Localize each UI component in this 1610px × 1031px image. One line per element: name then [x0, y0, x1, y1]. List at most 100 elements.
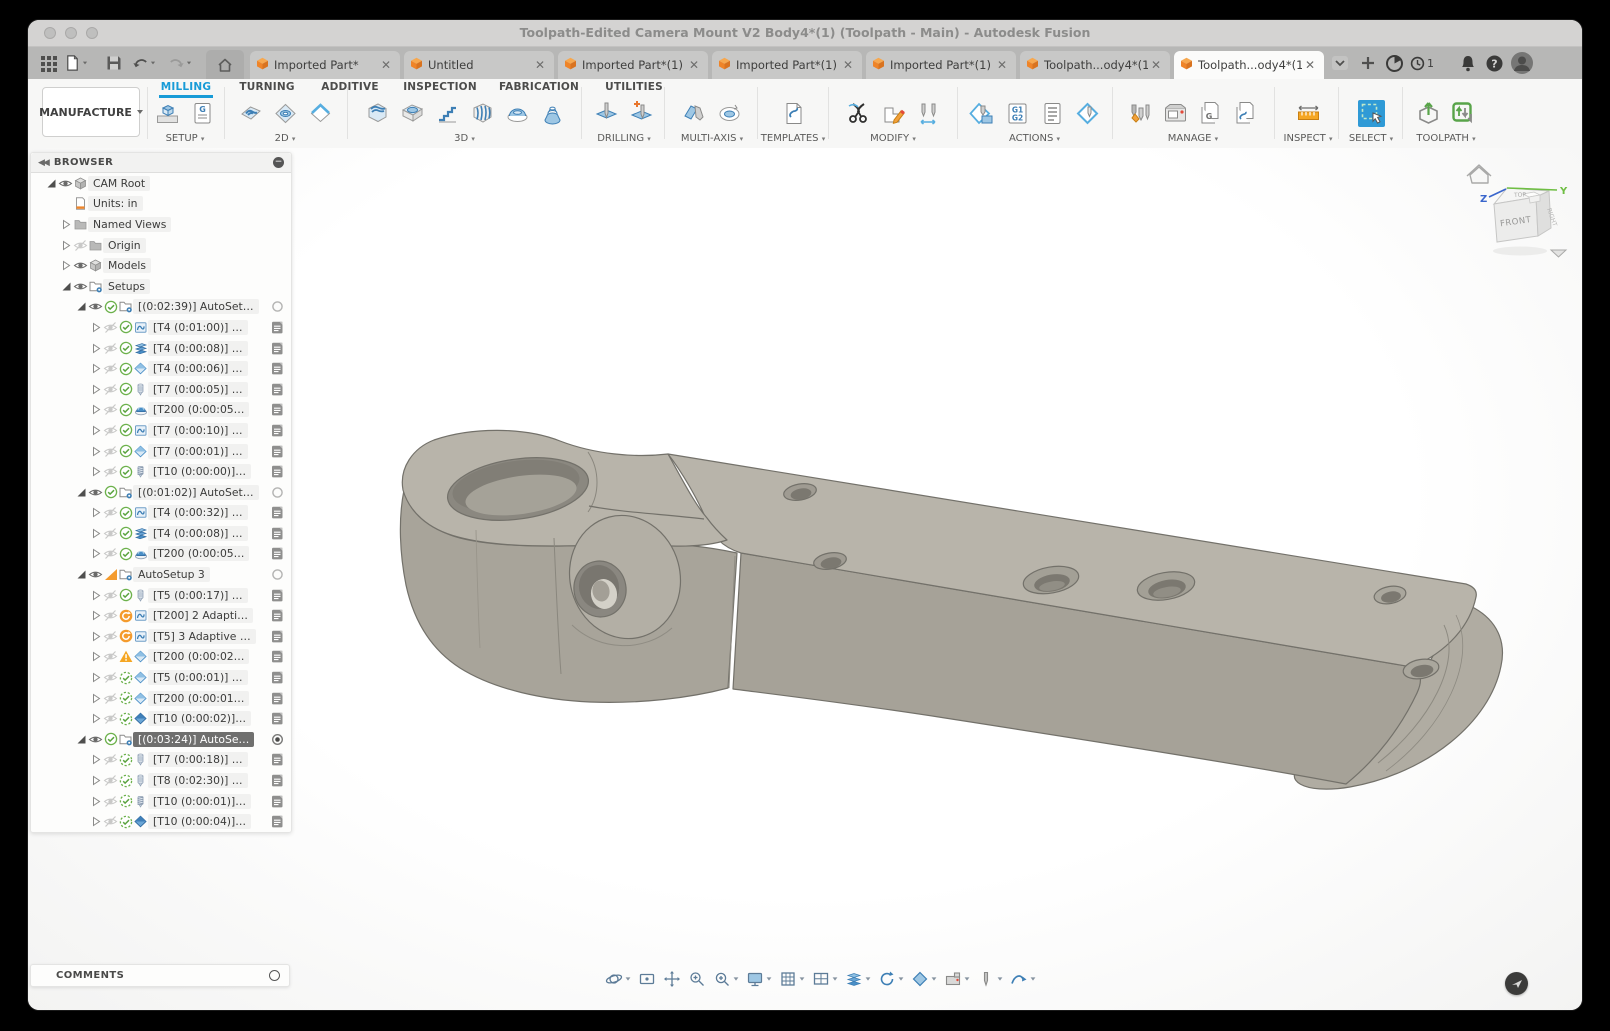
document-tab[interactable]: Imported Part* ✕: [250, 51, 400, 79]
group-label[interactable]: DRILLING ▾: [597, 133, 651, 144]
operation-notes-icon[interactable]: [271, 712, 284, 725]
simulate-with-machine-icon[interactable]: [969, 100, 996, 131]
group-label[interactable]: MODIFY ▾: [870, 133, 916, 144]
machine-library-icon[interactable]: [1162, 100, 1189, 131]
operation-notes-icon[interactable]: [271, 383, 284, 396]
visibility-eye-off-icon[interactable]: [103, 445, 118, 458]
disclosure-collapsed-icon[interactable]: [88, 403, 103, 416]
document-tab[interactable]: Imported Part*(1) ✕: [712, 51, 862, 79]
visibility-eye-on-icon[interactable]: [73, 280, 88, 293]
browser-row[interactable]: [T200] 2 Adapti…: [31, 605, 291, 626]
visibility-eye-off-icon[interactable]: [103, 630, 118, 643]
operation-notes-icon[interactable]: [271, 342, 284, 355]
2d-pocket-icon[interactable]: [272, 100, 299, 131]
disclosure-expanded-icon[interactable]: [73, 733, 88, 746]
visibility-eye-off-icon[interactable]: [103, 506, 118, 519]
browser-row[interactable]: Setups: [31, 276, 291, 297]
new-setup-icon[interactable]: [154, 100, 181, 131]
browser-row[interactable]: [T4 (0:00:08)] …: [31, 523, 291, 544]
toolpath-export-icon[interactable]: [1415, 100, 1442, 131]
3d-contour-icon[interactable]: [434, 100, 461, 131]
visibility-eye-off-icon[interactable]: [103, 383, 118, 396]
machine-display-icon[interactable]: [942, 968, 972, 990]
visibility-eye-off-icon[interactable]: [73, 239, 88, 252]
comments-status-icon[interactable]: [269, 970, 280, 981]
browser-row[interactable]: Models: [31, 255, 291, 276]
close-tab-icon[interactable]: ✕: [1148, 58, 1164, 72]
visibility-eye-on-icon[interactable]: [58, 177, 73, 190]
window-select-icon[interactable]: [1357, 99, 1386, 132]
document-tab[interactable]: Untitled ✕: [404, 51, 554, 79]
view-cube[interactable]: Z Y FRONT TOP RIGHT: [1410, 155, 1582, 267]
operation-notes-icon[interactable]: [271, 465, 284, 478]
2d-adaptive-icon[interactable]: [237, 100, 264, 131]
operation-notes-icon[interactable]: [271, 774, 284, 787]
change-tool-icon[interactable]: [915, 100, 942, 131]
visibility-eye-on-icon[interactable]: [88, 733, 103, 746]
undo-icon[interactable]: [132, 52, 156, 74]
operation-notes-icon[interactable]: [271, 321, 284, 334]
browser-row[interactable]: [T7 (0:00:05)] …: [31, 379, 291, 400]
operation-notes-icon[interactable]: [271, 630, 284, 643]
3d-pocket-icon[interactable]: [399, 100, 426, 131]
drill-icon[interactable]: [593, 100, 620, 131]
2d-contour-icon[interactable]: [307, 100, 334, 131]
drill-pattern-icon[interactable]: [628, 100, 655, 131]
operation-notes-icon[interactable]: [271, 650, 284, 663]
operation-notes-icon[interactable]: [271, 671, 284, 684]
group-label[interactable]: SELECT ▾: [1349, 133, 1393, 144]
disclosure-collapsed-icon[interactable]: [88, 712, 103, 725]
display-settings-icon[interactable]: [744, 968, 774, 990]
browser-row[interactable]: [T4 (0:01:00)] …: [31, 317, 291, 338]
visibility-eye-off-icon[interactable]: [103, 774, 118, 787]
visibility-eye-on-icon[interactable]: [88, 568, 103, 581]
setup-row[interactable]: [(0:02:39)] AutoSet…: [31, 297, 291, 318]
disclosure-expanded-icon[interactable]: [73, 300, 88, 313]
disclosure-expanded-icon[interactable]: [73, 486, 88, 499]
visibility-eye-off-icon[interactable]: [103, 342, 118, 355]
trim-toolpath-icon[interactable]: [845, 100, 872, 131]
group-label[interactable]: MANAGE ▾: [1168, 133, 1218, 144]
disclosure-collapsed-icon[interactable]: [88, 630, 103, 643]
disclosure-collapsed-icon[interactable]: [58, 218, 73, 231]
close-tab-icon[interactable]: ✕: [686, 58, 702, 72]
disclosure-collapsed-icon[interactable]: [88, 321, 103, 334]
new-tab-icon[interactable]: [1356, 52, 1380, 74]
create-template-icon[interactable]: [780, 100, 807, 131]
ribbon-tab-turning[interactable]: TURNING: [239, 81, 294, 93]
operation-notes-icon[interactable]: [271, 403, 284, 416]
group-label[interactable]: TOOLPATH ▾: [1416, 133, 1475, 144]
visibility-eye-off-icon[interactable]: [103, 321, 118, 334]
disclosure-collapsed-icon[interactable]: [88, 547, 103, 560]
feedback-badge[interactable]: [1505, 972, 1528, 995]
swarf-icon[interactable]: [681, 100, 708, 131]
browser-row[interactable]: [T7 (0:00:01)] …: [31, 441, 291, 462]
disclosure-collapsed-icon[interactable]: [88, 527, 103, 540]
browser-row[interactable]: [T200 (0:00:05…: [31, 544, 291, 565]
close-tab-icon[interactable]: ✕: [378, 58, 394, 72]
ribbon-tab-inspection[interactable]: INSPECTION: [403, 81, 477, 93]
setup-radio-active[interactable]: [271, 733, 284, 746]
browser-row[interactable]: [T8 (0:02:30)] …: [31, 770, 291, 791]
edit-toolpath-icon[interactable]: [880, 100, 907, 131]
setup-sheet-icon[interactable]: [1039, 100, 1066, 131]
document-tab[interactable]: Toolpath...ody4*(1) ✕: [1020, 51, 1170, 79]
3d-parallel-icon[interactable]: [469, 100, 496, 131]
setup-row[interactable]: [(0:01:02)] AutoSet…: [31, 482, 291, 503]
document-tab[interactable]: Imported Part*(1) ✕: [558, 51, 708, 79]
pan-icon[interactable]: [661, 968, 683, 990]
visibility-eye-off-icon[interactable]: [103, 547, 118, 560]
notifications-icon[interactable]: [1456, 52, 1480, 74]
setup-row[interactable]: AutoSetup 3: [31, 564, 291, 585]
visibility-eye-off-icon[interactable]: [103, 424, 118, 437]
visibility-eye-off-icon[interactable]: [103, 712, 118, 725]
browser-row[interactable]: Origin: [31, 235, 291, 256]
multi-axis-contour-icon[interactable]: [716, 100, 743, 131]
visibility-eye-on-icon[interactable]: [73, 259, 88, 272]
disclosure-collapsed-icon[interactable]: [88, 609, 103, 622]
group-label[interactable]: ACTIONS ▾: [1009, 133, 1060, 144]
browser-row[interactable]: [T200 (0:00:01…: [31, 688, 291, 709]
operation-notes-icon[interactable]: [271, 506, 284, 519]
visibility-eye-off-icon[interactable]: [103, 527, 118, 540]
setup-row[interactable]: [(0:03:24)] AutoSe…: [31, 729, 291, 750]
